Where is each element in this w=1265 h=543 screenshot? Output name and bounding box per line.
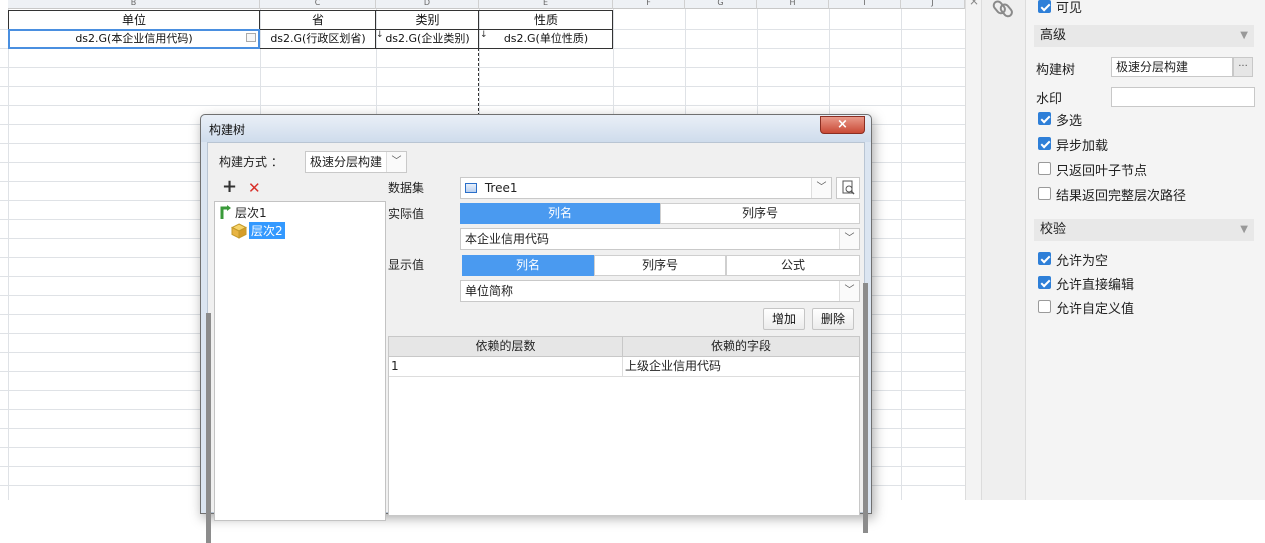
side-icon-strip [981,0,1025,500]
build-tree-edit-button[interactable]: ··· [1233,57,1253,77]
collapse-chevron-icon[interactable]: ▼ [1240,219,1248,241]
build-tree-dialog: 构建树 × 构建方式 ： 极速分层构建 ﹀ + ✕ 层次1 层次2 数据集 Tr… [200,114,872,543]
col-header-i[interactable]: I [829,0,901,9]
spreadsheet-scrollbar[interactable]: × [965,0,981,500]
table-header-field: 依赖的字段 [623,337,859,357]
dataset-preview-button[interactable] [836,177,860,199]
close-icon[interactable]: × [969,0,979,8]
leaf-only-label: 只返回叶子节点 [1056,164,1148,179]
page-break-line [478,48,479,116]
validate-section-header[interactable]: 校验 ▼ [1034,219,1254,241]
chevron-down-icon[interactable]: ﹀ [811,178,831,198]
display-tab-column-index[interactable]: 列序号 [594,255,726,276]
dependency-table: 依赖的层数 依赖的字段 1 上级企业信用代码 [388,336,860,516]
dialog-left-scrollbar[interactable] [206,313,211,543]
dialog-close-button[interactable]: × [820,116,865,134]
build-mode-value: 极速分层构建 [310,155,383,169]
properties-panel: 可见 高级 ▼ 构建树 极速分层构建 ··· 水印 多选 异步加载 只返回叶子节… [1025,0,1265,500]
dialog-body: 构建方式 ： 极速分层构建 ﹀ + ✕ 层次1 层次2 数据集 Tree1 ﹀ … [206,142,868,543]
dialog-title: 构建树 [209,123,246,137]
visible-label: 可见 [1056,1,1083,16]
header-cell-nature[interactable]: 性质 [479,11,613,29]
display-value-text: 单位简称 [465,284,514,298]
full-path-label: 结果返回完整层次路径 [1056,189,1187,204]
add-button[interactable]: 增加 [763,308,805,330]
async-load-label: 异步加载 [1056,139,1109,154]
watermark-input[interactable] [1111,87,1255,107]
expand-marker-icon: ↓ [376,30,384,40]
tree-node-label-selected: 层次2 [249,222,285,239]
col-header-g[interactable]: G [685,0,757,9]
data-cell-province[interactable]: ds2.G(行政区划省) [260,30,376,48]
actual-tab-column-name[interactable]: 列名 [460,203,660,224]
table-cell-field[interactable]: 上级企业信用代码 [623,357,859,377]
col-header-j[interactable]: J [901,0,965,9]
tree-node-label: 层次1 [235,206,267,220]
level-tree: 层次1 层次2 [214,201,386,521]
data-cell-category[interactable]: ds2.G(企业类别) [376,30,479,48]
build-mode-label: 构建方式 ： [219,155,283,169]
leaf-only-checkbox[interactable] [1038,162,1051,175]
allow-custom-checkbox[interactable] [1038,300,1051,313]
display-value-select[interactable]: 单位简称 ﹀ [460,280,860,302]
col-header-f[interactable]: F [613,0,685,9]
delete-button[interactable]: 删除 [812,308,854,330]
chevron-down-icon[interactable]: ﹀ [839,281,859,301]
display-value-label: 显示值 [388,258,425,272]
allow-empty-label: 允许为空 [1056,254,1109,269]
col-header-d[interactable]: D [376,0,479,9]
table-cell-level[interactable]: 1 [389,357,623,377]
display-tab-column-name[interactable]: 列名 [462,255,594,276]
tree-branch-icon [219,204,233,219]
allow-custom-label: 允许自定义值 [1056,302,1135,317]
header-cell-category[interactable]: 类别 [376,11,479,29]
visible-checkbox[interactable] [1038,0,1051,13]
add-level-icon[interactable]: + [222,178,237,196]
dataset-value: Tree1 [484,181,518,195]
actual-value-text: 本企业信用代码 [465,232,550,246]
expand-marker-icon: ↓ [480,30,488,40]
link-icon[interactable] [992,0,1014,18]
delete-level-icon[interactable]: ✕ [248,180,261,196]
build-tree-label: 构建树 [1036,63,1076,78]
header-cell-province[interactable]: 省 [260,11,376,29]
full-path-checkbox[interactable] [1038,187,1051,200]
col-header-c[interactable]: C [260,0,376,9]
chevron-down-icon[interactable]: ﹀ [839,229,859,249]
col-header-b[interactable]: B [8,0,260,9]
selected-cell-outline [8,29,260,49]
col-header-e[interactable]: E [479,0,613,9]
actual-value-label: 实际值 [388,207,425,221]
validate-section-title: 校验 [1040,222,1067,237]
async-load-checkbox[interactable] [1038,137,1051,150]
table-header-level: 依赖的层数 [389,337,623,357]
build-tree-field[interactable]: 极速分层构建 [1111,57,1233,77]
col-header-h[interactable]: H [757,0,829,9]
cube-icon [230,223,248,239]
build-mode-select[interactable]: 极速分层构建 ﹀ [305,151,407,173]
dialog-titlebar[interactable]: 构建树 × [201,115,871,142]
header-cell-unit[interactable]: 单位 [8,11,260,29]
watermark-label: 水印 [1036,92,1063,107]
dataset-select[interactable]: Tree1 ﹀ [460,177,832,199]
actual-value-select[interactable]: 本企业信用代码 ﹀ [460,228,860,250]
data-cell-nature[interactable]: ds2.G(单位性质) [479,30,613,48]
allow-edit-checkbox[interactable] [1038,276,1051,289]
collapse-chevron-icon[interactable]: ▼ [1240,25,1248,47]
multi-select-checkbox[interactable] [1038,112,1051,125]
allow-edit-label: 允许直接编辑 [1056,278,1135,293]
dataset-table-icon [465,183,477,193]
actual-tab-column-index[interactable]: 列序号 [660,203,860,224]
dialog-right-scrollbar[interactable] [863,283,868,533]
widget-marker-icon [246,33,256,42]
dataset-label: 数据集 [388,181,425,195]
multi-select-label: 多选 [1056,114,1083,129]
advanced-section-header[interactable]: 高级 ▼ [1034,25,1254,47]
allow-empty-checkbox[interactable] [1038,252,1051,265]
display-tab-formula[interactable]: 公式 [726,255,860,276]
chevron-down-icon[interactable]: ﹀ [386,152,406,172]
advanced-section-title: 高级 [1040,28,1067,43]
